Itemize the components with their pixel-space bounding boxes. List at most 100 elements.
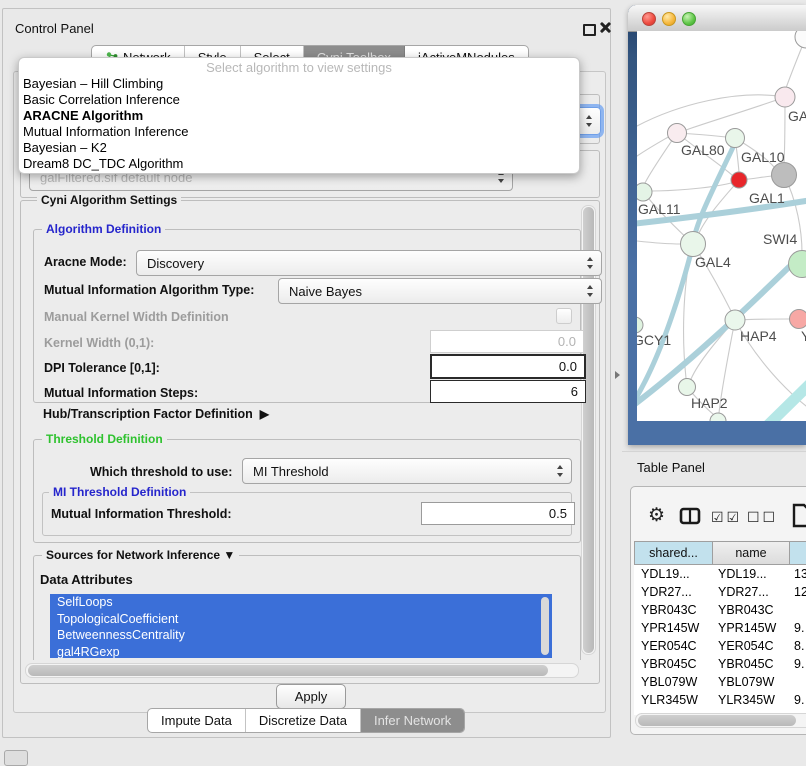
network-node[interactable]	[681, 232, 706, 257]
network-edge[interactable]	[637, 136, 670, 156]
table-row[interactable]: YER054CYER054C8.	[634, 637, 806, 655]
aracne-mode-combo[interactable]: Discovery	[136, 250, 602, 276]
network-edge[interactable]	[651, 183, 731, 191]
network-node[interactable]	[775, 87, 795, 107]
dropdown-list: Bayesian – Hill ClimbingBasic Correlatio…	[19, 76, 579, 172]
dpi-tolerance-label: DPI Tolerance [0,1]:	[44, 361, 160, 375]
table-cell: YBR043C	[634, 601, 711, 619]
network-node[interactable]	[795, 31, 806, 48]
threshold-definition-title: Threshold Definition	[42, 432, 167, 446]
table-row[interactable]: YBR043CYBR043C	[634, 601, 806, 619]
close-window-icon[interactable]	[599, 21, 611, 33]
node-label: HAP2	[691, 395, 728, 411]
which-threshold-value: MI Threshold	[253, 464, 329, 479]
split-view-icon[interactable]	[679, 507, 701, 526]
checked-columns-icon[interactable]: ☑☑	[711, 509, 742, 526]
table-row[interactable]: YPR145WYPR145W9.	[634, 619, 806, 637]
table-row[interactable]: YDR27...YDR27...12	[634, 583, 806, 601]
node-label: Y	[801, 328, 806, 344]
collapse-arrow-icon[interactable]: ▼	[223, 548, 235, 562]
float-window-icon[interactable]	[583, 24, 596, 36]
network-node[interactable]	[725, 310, 745, 330]
expand-arrow-icon[interactable]: ▶	[260, 407, 269, 421]
dropdown-item[interactable]: Bayesian – K2	[19, 140, 579, 156]
settings-horizontal-scrollbar[interactable]	[25, 663, 579, 678]
kernel-width-field[interactable]: 0.0	[430, 330, 584, 353]
node-label: GAL80	[681, 142, 725, 158]
bottom-tab-impute-data[interactable]: Impute Data	[148, 709, 246, 732]
network-node[interactable]	[726, 129, 745, 148]
table-cell: YDL19...	[711, 565, 787, 583]
table-cell: 9.	[787, 655, 806, 673]
mi-threshold-field[interactable]: 0.5	[421, 502, 575, 525]
minimize-traffic-light-icon[interactable]	[662, 12, 676, 26]
table-cell	[787, 601, 806, 619]
dropdown-item[interactable]: Mutual Information Inference	[19, 124, 579, 140]
algorithm-definition-title: Algorithm Definition	[42, 222, 165, 236]
zoom-traffic-light-icon[interactable]	[682, 12, 696, 26]
mi-steps-field[interactable]: 6	[430, 380, 586, 403]
list-scrollbar[interactable]	[541, 597, 549, 655]
table-row[interactable]: YBL079WYBL079W	[634, 673, 806, 691]
network-node[interactable]	[731, 172, 747, 188]
section-divider	[622, 451, 806, 452]
table-cell: YBL079W	[711, 673, 787, 691]
bottom-tab-discretize-data[interactable]: Discretize Data	[246, 709, 361, 732]
dropdown-item[interactable]: Basic Correlation Inference	[19, 92, 579, 108]
apply-button[interactable]: Apply	[276, 684, 346, 709]
network-node[interactable]	[637, 317, 643, 333]
network-edge[interactable]	[637, 241, 681, 244]
network-node[interactable]	[668, 124, 687, 143]
network-canvas[interactable]: GALGAL80GAL10GAL1GAL11SWI4GAL4GCY1HAP4YH…	[637, 31, 806, 421]
node-label: GAL1	[749, 190, 785, 206]
data-attributes-list[interactable]: SelfLoopsTopologicalCoefficientBetweenne…	[50, 594, 552, 658]
network-node[interactable]	[789, 251, 806, 278]
table-row[interactable]: YLR345WYLR345W9.	[634, 691, 806, 709]
manual-kernel-checkbox[interactable]	[556, 308, 572, 324]
data-attribute-item[interactable]: gal4RGexp	[50, 644, 552, 659]
table-cell: YBR045C	[711, 655, 787, 673]
cyni-algorithm-settings-group: Cyni Algorithm Settings Algorithm Defini…	[20, 200, 600, 684]
data-attribute-item[interactable]: SelfLoops	[50, 594, 552, 611]
collapsed-panel-icon[interactable]	[4, 750, 28, 766]
dropdown-item[interactable]: Bayesian – Hill Climbing	[19, 76, 579, 92]
network-graph[interactable]: GALGAL80GAL10GAL1GAL11SWI4GAL4GCY1HAP4YH…	[637, 31, 806, 421]
network-node[interactable]	[637, 183, 652, 201]
gear-icon[interactable]: ⚙	[648, 504, 665, 527]
dpi-tolerance-field[interactable]: 0.0	[430, 354, 586, 379]
close-traffic-light-icon[interactable]	[642, 12, 656, 26]
network-node[interactable]	[772, 163, 797, 188]
network-edge-highlighted[interactable]	[693, 143, 735, 243]
network-node[interactable]	[679, 379, 696, 396]
network-view-window: GALGAL80GAL10GAL1GAL11SWI4GAL4GCY1HAP4YH…	[628, 5, 806, 445]
network-window-titlebar[interactable]	[628, 5, 806, 32]
table-horizontal-scrollbar[interactable]	[635, 713, 806, 728]
table-row[interactable]: YDL19...YDL19...13	[634, 565, 806, 583]
sources-group: Sources for Network Inference ▼ Data Att…	[33, 555, 581, 660]
data-attribute-item[interactable]: BetweennessCentrality	[50, 627, 552, 644]
mi-steps-value: 6	[571, 384, 578, 399]
settings-group-title: Cyni Algorithm Settings	[37, 193, 181, 207]
data-attribute-item[interactable]: TopologicalCoefficient	[50, 611, 552, 628]
unchecked-columns-icon[interactable]: ☐☐	[747, 509, 778, 526]
dropdown-item[interactable]: Dream8 DC_TDC Algorithm	[19, 156, 579, 172]
which-threshold-combo[interactable]: MI Threshold	[242, 458, 572, 484]
table-cell	[787, 673, 806, 691]
mi-type-combo[interactable]: Naive Bayes	[278, 278, 602, 304]
column-header[interactable]: A	[790, 541, 806, 565]
panel-splitter-arrow-icon[interactable]	[615, 371, 620, 379]
network-edge-highlighted[interactable]	[765, 379, 806, 421]
table-cell: YDR27...	[634, 583, 711, 601]
document-icon[interactable]	[791, 502, 806, 528]
table-cell: YDL19...	[634, 565, 711, 583]
hub-definition-label[interactable]: Hub/Transcription Factor Definition ▶	[43, 407, 269, 421]
bottom-tab-infer-network[interactable]: Infer Network	[361, 709, 464, 732]
sources-title[interactable]: Sources for Network Inference ▼	[42, 548, 239, 562]
node-label: GCY1	[637, 332, 671, 348]
column-header[interactable]: shared...	[634, 541, 713, 565]
node-label: GAL11	[638, 201, 681, 217]
network-node[interactable]	[790, 310, 806, 329]
table-row[interactable]: YBR045CYBR045C9.	[634, 655, 806, 673]
dropdown-item[interactable]: ARACNE Algorithm	[19, 108, 579, 124]
column-header[interactable]: name	[713, 541, 790, 565]
